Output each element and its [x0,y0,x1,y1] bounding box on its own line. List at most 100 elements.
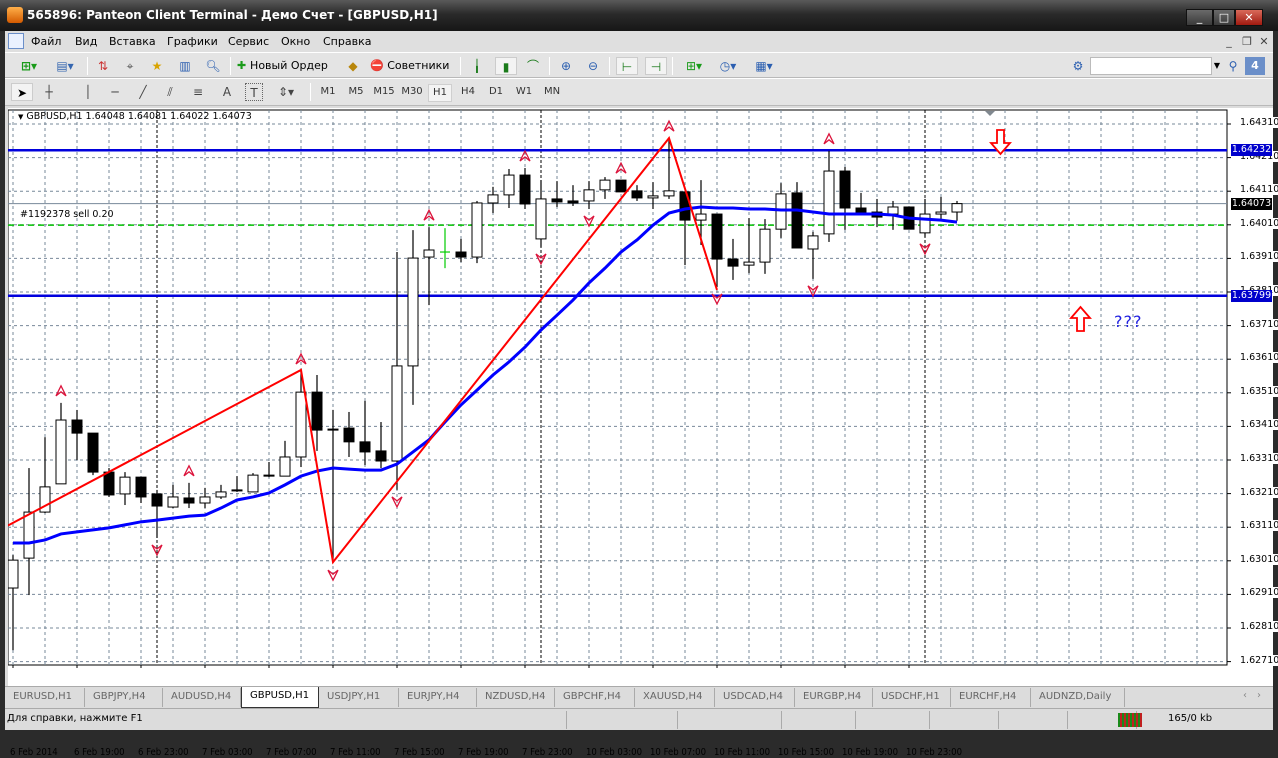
candle-body [183,497,195,504]
timeframe-d1[interactable]: D1 [484,84,508,100]
fibonacci-icon[interactable]: ≡ [188,83,208,101]
metaeditor-icon[interactable]: ◆ [343,57,363,75]
chart-tab[interactable]: AUDNZD,Daily [1031,688,1125,707]
menu-window[interactable]: Окно [281,35,310,48]
time-axis-label: 6 Feb 23:00 [138,747,189,758]
chart-tab[interactable]: USDCHF,H1 [873,688,951,707]
line-chart-icon[interactable]: ⌒ [523,57,543,75]
settings-gear-icon[interactable]: ⚙ [1068,57,1088,75]
chart-window[interactable]: ▼ GBPUSD,H1 1.64048 1.64081 1.64022 1.64… [8,108,1278,758]
timeframe-m15[interactable]: M15 [372,84,396,100]
price-axis-label: 1.63310 [1240,453,1278,464]
navigator-crosshair-icon[interactable]: ⌖ [120,57,140,75]
menu-view[interactable]: Вид [75,35,97,48]
horizontal-line-icon[interactable]: ─ [105,83,125,101]
candle-body [71,419,83,434]
candle-body [119,476,131,495]
new-order-button[interactable]: ✚ Новый Ордер [237,57,337,75]
candle-body [487,194,499,204]
equidistant-channel-icon[interactable]: ⫽ [160,83,180,101]
text-icon[interactable]: A [219,83,235,101]
timeframe-h4[interactable]: H4 [456,84,480,100]
trendline-icon[interactable]: ╱ [133,83,153,101]
time-axis-label: 7 Feb 07:00 [266,747,317,758]
client-area: Файл Вид Вставка Графики Сервис Окно Спр… [5,31,1278,758]
zoom-in-icon[interactable]: ⊕ [556,57,576,75]
chart-ohlc-header: GBPUSD,H1 1.64048 1.64081 1.64022 1.6407… [26,111,252,122]
minimize-button[interactable]: _ [1186,9,1213,26]
search-dropdown-icon[interactable]: ▼ [1212,57,1222,75]
autoscroll-icon[interactable]: ⊢ [616,57,638,75]
notifications-badge[interactable]: 4 [1245,57,1265,75]
menu-file[interactable]: Файл [31,35,61,48]
price-axis-label: 1.63910 [1240,251,1278,263]
crosshair-icon[interactable]: ┼ [39,83,59,101]
time-axis-label: 10 Feb 11:00 [714,747,771,758]
chart-tab[interactable]: USDCAD,H4 [715,688,795,707]
chart-tab[interactable]: EURUSD,H1 [5,688,85,707]
price-chart[interactable] [8,108,1273,688]
candlestick-chart-icon[interactable]: ▮ [495,57,517,75]
tester-icon[interactable]: 🔍︎ [203,57,223,75]
chart-tab[interactable]: GBPJPY,H4 [85,688,163,707]
price-axis-label: 1.64110 [1240,184,1278,196]
tabs-scroll-right-icon[interactable]: › [1257,690,1261,701]
candle-body [423,249,435,258]
chart-tab[interactable]: EURJPY,H4 [399,688,477,707]
price-axis-marker: 1.64073 [1231,197,1272,210]
timeframe-m30[interactable]: M30 [400,84,424,100]
periods-clock-icon[interactable]: ◷▾ [713,57,743,75]
chart-tab[interactable]: EURCHF,H4 [951,688,1031,707]
vertical-line-icon[interactable]: │ [80,83,96,101]
chart-tab[interactable]: NZDUSD,H4 [477,688,555,707]
profiles-icon[interactable]: ▤▾ [49,57,81,75]
candle-body [311,391,323,431]
bar-chart-icon[interactable]: ╽ [467,57,487,75]
search-icon[interactable]: ⚲ [1224,57,1242,75]
maximize-button[interactable]: □ [1213,9,1235,26]
text-label-icon[interactable]: T [245,83,263,101]
market-watch-icon[interactable]: ⇅ [93,57,113,75]
mdi-minimize-icon[interactable]: _ [1221,34,1237,50]
terminal-icon[interactable]: ▥ [175,57,195,75]
timeframe-mn[interactable]: MN [540,84,564,100]
chart-tab[interactable]: AUDUSD,H4 [163,688,241,707]
chart-menu-triangle-icon[interactable]: ▼ [18,113,23,121]
toolbar-divider [230,57,231,75]
menu-help[interactable]: Справка [323,35,371,48]
chart-tab[interactable]: GBPUSD,H1 [241,687,319,708]
mdi-restore-icon[interactable]: ❐ [1239,34,1255,50]
favorites-star-icon[interactable]: ★ [147,57,167,75]
candle-body [215,491,227,498]
timeframe-m5[interactable]: M5 [344,84,368,100]
candle-body [631,190,643,199]
candle-body [599,179,611,191]
chart-shift-icon[interactable]: ⊣ [645,57,667,75]
candle-body [807,235,819,250]
time-axis-label: 7 Feb 15:00 [394,747,445,758]
search-input[interactable] [1090,57,1212,75]
mdi-close-icon[interactable]: ✕ [1256,34,1272,50]
indicators-icon[interactable]: ⊞▾ [679,57,709,75]
menu-insert[interactable]: Вставка [109,35,156,48]
experts-button[interactable]: ⛔ Советники [370,57,455,75]
timeframe-h1[interactable]: H1 [428,84,452,102]
templates-icon[interactable]: ▦▾ [748,57,780,75]
tabs-scroll-left-icon[interactable]: ‹ [1243,690,1247,701]
menu-charts[interactable]: Графики [167,35,218,48]
chart-tab[interactable]: EURGBP,H4 [795,688,873,707]
new-chart-icon[interactable]: ⊞▾ [13,57,45,75]
price-axis-marker: 1.64232 [1231,144,1272,157]
candle-body [455,251,467,258]
arrows-icon[interactable]: ⇕▾ [273,83,299,101]
zoom-out-icon[interactable]: ⊖ [583,57,603,75]
price-axis-label: 1.63510 [1240,385,1278,397]
chart-tab[interactable]: XAUUSD,H4 [635,688,715,707]
menu-tools[interactable]: Сервис [228,35,269,48]
chart-tab[interactable]: GBPCHF,H4 [555,688,635,707]
timeframe-m1[interactable]: M1 [316,84,340,100]
close-button[interactable]: ✕ [1235,9,1263,26]
timeframe-w1[interactable]: W1 [512,84,536,100]
chart-tab[interactable]: USDJPY,H1 [319,688,399,707]
cursor-icon[interactable]: ➤ [11,83,33,101]
